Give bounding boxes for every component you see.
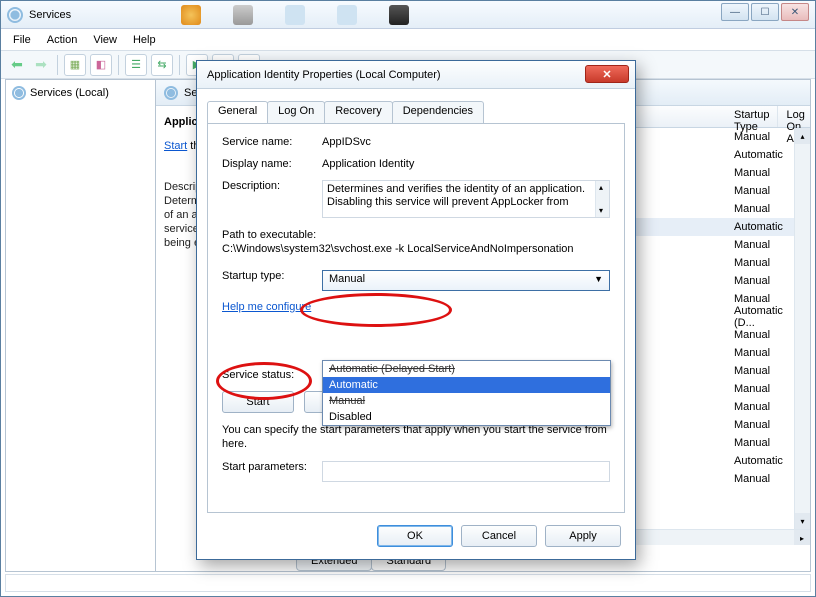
description-text: Determines and verifies the identity of … [327,183,585,208]
vertical-scrollbar[interactable]: ▴ ▾ [794,128,810,545]
service-name-label: Service name: [222,136,322,148]
gear-icon [164,86,178,100]
cell-startup: Manual [726,365,802,377]
dialog-titlebar[interactable]: Application Identity Properties (Local C… [197,61,635,89]
cell-startup: Automatic [726,221,802,233]
display-name: Application Identity [322,158,610,170]
description-label: Description: [222,180,322,192]
start-link[interactable]: Start [164,140,187,152]
col-logon[interactable]: Log On As [778,106,810,127]
menu-action[interactable]: Action [47,34,78,46]
tree-pane: Services (Local) [6,80,156,571]
startup-label: Startup type: [222,270,322,282]
start-button[interactable]: Start [222,391,294,413]
dropdown-opt-delayed[interactable]: Automatic (Delayed Start) [323,361,610,377]
cell-startup: Manual [726,419,802,431]
dropdown-opt-manual[interactable]: Manual [323,393,610,409]
properties-dialog: Application Identity Properties (Local C… [196,60,636,560]
cell-startup: Manual [726,293,802,305]
close-button[interactable]: ✕ [781,3,809,21]
window-title: Services [29,9,809,21]
cell-startup: Manual [726,257,802,269]
help-link[interactable]: Help me configure [222,301,311,313]
ok-button[interactable]: OK [377,525,453,547]
task-icons [181,5,409,25]
dialog-buttons: OK Cancel Apply [377,525,621,547]
cell-startup: Manual [726,275,802,287]
cell-startup: Manual [726,167,802,179]
dialog-close-button[interactable]: ✕ [585,65,629,83]
toolbar-btn-1[interactable]: ▦ [64,54,86,76]
scroll-right-icon[interactable]: ▸ [794,530,810,545]
scroll-up-icon[interactable]: ▴ [795,128,810,144]
desc-scrollbar[interactable] [595,181,609,217]
minimize-button[interactable]: — [721,3,749,21]
startup-selected: Manual [329,273,365,285]
dialog-tabs: General Log On Recovery Dependencies [207,101,625,123]
cell-startup: Manual [726,437,802,449]
cell-startup: Automatic [726,455,802,467]
cell-startup: Automatic [726,149,802,161]
col-startup[interactable]: Startup Type [726,106,778,127]
scroll-down-icon[interactable]: ▾ [795,513,810,529]
dropdown-opt-disabled[interactable]: Disabled [323,409,610,425]
tab-recovery[interactable]: Recovery [324,101,392,123]
back-button[interactable]: ⬅ [7,54,27,76]
cell-startup: Manual [726,473,802,485]
apply-button[interactable]: Apply [545,525,621,547]
params-note: You can specify the start parameters tha… [222,423,610,451]
tab-dependencies[interactable]: Dependencies [392,101,484,123]
dialog-panel: Service name: AppIDSvc Display name: App… [207,123,625,513]
cancel-button[interactable]: Cancel [461,525,537,547]
params-input[interactable] [322,461,610,482]
tree-root-label: Services (Local) [30,87,109,99]
titlebar[interactable]: Services — ☐ ✕ [1,1,815,29]
gear-icon [12,86,26,100]
toolbar-btn-2[interactable]: ◧ [90,54,112,76]
tree-root[interactable]: Services (Local) [10,84,151,102]
cell-startup: Automatic (D... [726,305,802,329]
description-box[interactable]: Determines and verifies the identity of … [322,180,610,218]
menu-file[interactable]: File [13,34,31,46]
toolbar-btn-3[interactable]: ☰ [125,54,147,76]
maximize-button[interactable]: ☐ [751,3,779,21]
dialog-title: Application Identity Properties (Local C… [207,69,441,81]
forward-button[interactable]: ➡ [31,54,51,76]
menu-view[interactable]: View [93,34,117,46]
display-name-label: Display name: [222,158,322,170]
startup-dropdown: Automatic (Delayed Start) Automatic Manu… [322,360,611,426]
cell-startup: Manual [726,185,802,197]
cell-startup: Manual [726,401,802,413]
cell-startup: Manual [726,329,802,341]
app-icon [7,7,23,23]
params-label: Start parameters: [222,461,322,473]
cell-startup: Manual [726,131,802,143]
tab-general[interactable]: General [207,101,268,123]
statusbar [5,574,811,592]
cell-startup: Manual [726,383,802,395]
path-label: Path to executable: [222,228,610,242]
tab-logon[interactable]: Log On [267,101,325,123]
status-label: Service status: [222,369,322,381]
service-name: AppIDSvc [322,136,610,148]
startup-select[interactable]: Manual [322,270,610,291]
toolbar-btn-4[interactable]: ⇆ [151,54,173,76]
cell-startup: Manual [726,239,802,251]
cell-startup: Manual [726,203,802,215]
menu-help[interactable]: Help [133,34,156,46]
cell-startup: Manual [726,347,802,359]
menubar: File Action View Help [1,29,815,51]
path-value: C:\Windows\system32\svchost.exe -k Local… [222,242,610,256]
dropdown-opt-automatic[interactable]: Automatic [323,377,610,393]
